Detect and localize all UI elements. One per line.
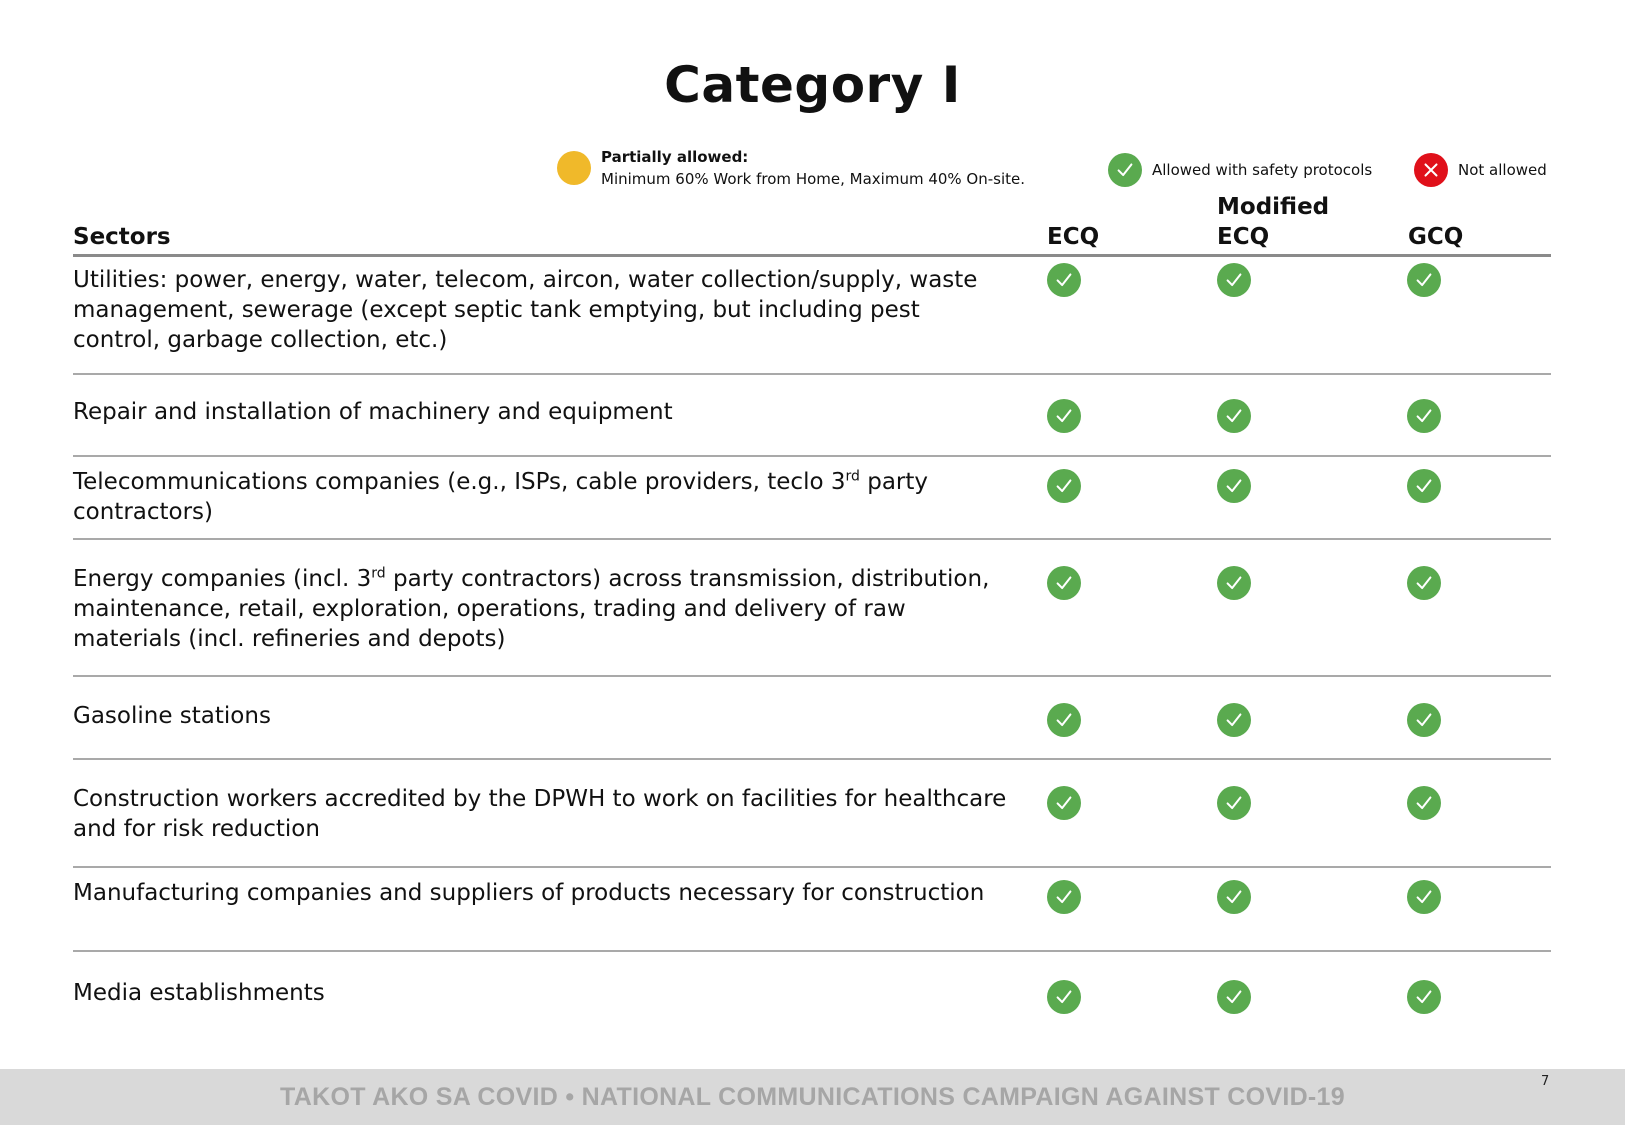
check-circle-icon bbox=[1217, 880, 1251, 914]
table-row: Utilities: power, energy, water, telecom… bbox=[73, 257, 1551, 375]
sector-label: Gasoline stations bbox=[73, 701, 1013, 731]
page-number: 7 bbox=[1541, 1074, 1550, 1089]
sector-text: Energy companies (incl. 3 bbox=[73, 566, 372, 592]
legend-partial-title: Partially allowed: bbox=[601, 148, 749, 166]
sector-label: Repair and installation of machinery and… bbox=[73, 397, 1013, 427]
header-mecq-line1: Modified bbox=[1217, 194, 1330, 220]
check-circle-icon bbox=[1047, 566, 1081, 600]
sector-label: Media establishments bbox=[73, 978, 1013, 1008]
legend-partial-description: Minimum 60% Work from Home, Maximum 40% … bbox=[601, 170, 1026, 188]
table-row: Gasoline stations bbox=[73, 677, 1551, 760]
legend-not-allowed: Not allowed bbox=[1414, 153, 1547, 187]
check-circle-icon bbox=[1047, 703, 1081, 737]
sector-label: Manufacturing companies and suppliers of… bbox=[73, 878, 1013, 908]
footer-bar: TAKOT AKO SA COVID • NATIONAL COMMUNICAT… bbox=[0, 1069, 1625, 1125]
sector-label: Energy companies (incl. 3rd party contra… bbox=[73, 564, 1013, 654]
page-title: Category I bbox=[664, 56, 961, 114]
sector-text: Media establishments bbox=[73, 980, 325, 1006]
table-row: Construction workers accredited by the D… bbox=[73, 760, 1551, 868]
check-circle-icon bbox=[1217, 786, 1251, 820]
superscript: rd bbox=[845, 468, 860, 485]
check-circle-icon bbox=[1407, 786, 1441, 820]
check-circle-icon bbox=[1217, 566, 1251, 600]
check-circle-icon bbox=[1047, 880, 1081, 914]
legend-not-allowed-label: Not allowed bbox=[1458, 161, 1547, 179]
check-circle-icon bbox=[1217, 263, 1251, 297]
check-circle-icon bbox=[1407, 263, 1441, 297]
sector-label: Construction workers accredited by the D… bbox=[73, 784, 1013, 844]
header-mecq-line2: ECQ bbox=[1217, 224, 1270, 250]
check-circle-icon bbox=[1108, 153, 1142, 187]
check-circle-icon bbox=[1407, 566, 1441, 600]
check-circle-icon bbox=[1407, 703, 1441, 737]
header-gcq: GCQ bbox=[1408, 224, 1464, 250]
table-header: Sectors ECQ Modified ECQ GCQ bbox=[73, 190, 1551, 257]
header-ecq: ECQ bbox=[1047, 224, 1100, 250]
check-circle-icon bbox=[1047, 469, 1081, 503]
table-row: Repair and installation of machinery and… bbox=[73, 375, 1551, 457]
check-circle-icon bbox=[1407, 880, 1441, 914]
table-row: Energy companies (incl. 3rd party contra… bbox=[73, 540, 1551, 677]
check-circle-icon bbox=[1407, 980, 1441, 1014]
check-circle-icon bbox=[1217, 703, 1251, 737]
legend-partially-allowed: Partially allowed: Minimum 60% Work from… bbox=[557, 146, 1025, 190]
legend-allowed: Allowed with safety protocols bbox=[1108, 153, 1372, 187]
check-circle-icon bbox=[1047, 263, 1081, 297]
legend-allowed-label: Allowed with safety protocols bbox=[1152, 161, 1373, 179]
x-circle-icon bbox=[1414, 153, 1448, 187]
footer-text: TAKOT AKO SA COVID • NATIONAL COMMUNICAT… bbox=[280, 1083, 1345, 1111]
check-circle-icon bbox=[1047, 786, 1081, 820]
check-circle-icon bbox=[1407, 469, 1441, 503]
yellow-circle-icon bbox=[557, 151, 591, 185]
sector-text: Gasoline stations bbox=[73, 703, 271, 729]
table-row: Manufacturing companies and suppliers of… bbox=[73, 868, 1551, 952]
sector-text: Manufacturing companies and suppliers of… bbox=[73, 880, 985, 906]
header-modified-ecq: Modified ECQ bbox=[1217, 192, 1329, 252]
sector-text: Repair and installation of machinery and… bbox=[73, 399, 673, 425]
check-circle-icon bbox=[1407, 399, 1441, 433]
check-circle-icon bbox=[1047, 980, 1081, 1014]
check-circle-icon bbox=[1217, 469, 1251, 503]
table-row: Telecommunications companies (e.g., ISPs… bbox=[73, 457, 1551, 540]
check-circle-icon bbox=[1047, 399, 1081, 433]
check-circle-icon bbox=[1217, 980, 1251, 1014]
sectors-table: Utilities: power, energy, water, telecom… bbox=[73, 257, 1551, 1032]
sector-text: Telecommunications companies (e.g., ISPs… bbox=[73, 469, 846, 495]
table-row: Media establishments bbox=[73, 952, 1551, 1032]
superscript: rd bbox=[371, 565, 386, 582]
header-sectors: Sectors bbox=[73, 224, 171, 250]
sector-text: Utilities: power, energy, water, telecom… bbox=[73, 267, 978, 353]
sector-label: Utilities: power, energy, water, telecom… bbox=[73, 265, 1013, 355]
sector-text: Construction workers accredited by the D… bbox=[73, 786, 1007, 842]
sector-label: Telecommunications companies (e.g., ISPs… bbox=[73, 467, 1013, 527]
check-circle-icon bbox=[1217, 399, 1251, 433]
